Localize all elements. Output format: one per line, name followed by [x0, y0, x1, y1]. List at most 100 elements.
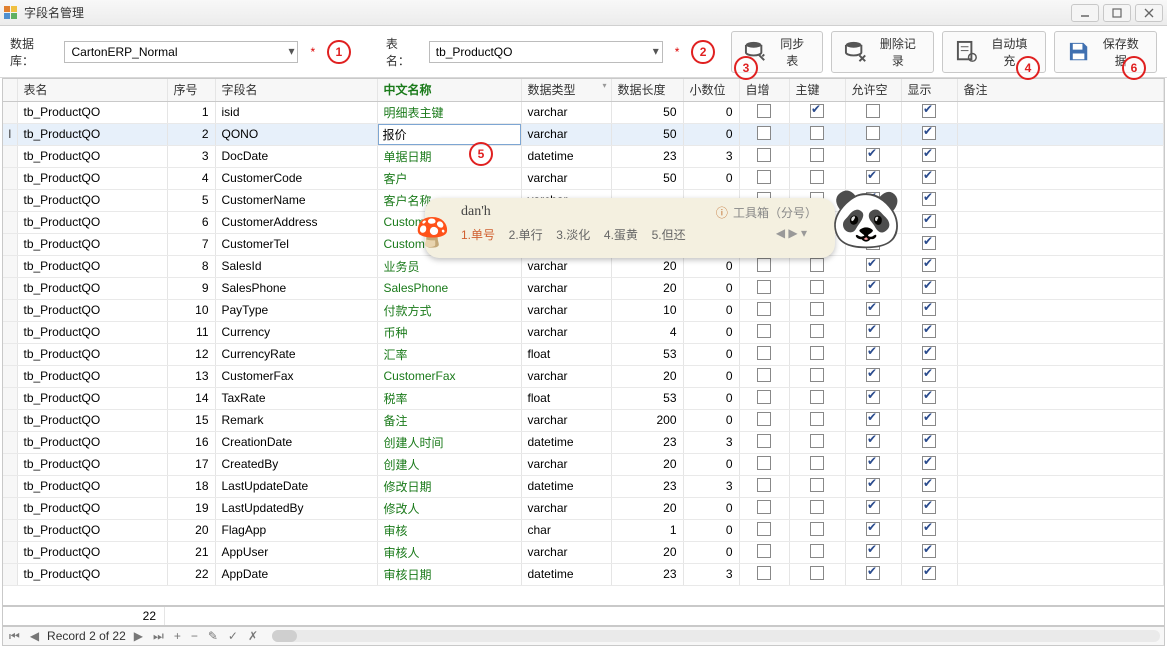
table-row[interactable]: tb_ProductQO3DocDate单据日期datetime233 — [3, 145, 1164, 167]
checkbox[interactable] — [810, 280, 824, 294]
col-ord[interactable]: 序号 — [167, 79, 215, 101]
checkbox[interactable] — [866, 170, 880, 184]
table-row[interactable]: tb_ProductQO12CurrencyRate汇率float530 — [3, 343, 1164, 365]
checkbox[interactable] — [757, 544, 771, 558]
checkbox[interactable] — [866, 126, 880, 140]
checkbox[interactable] — [922, 368, 936, 382]
col-dec[interactable]: 小数位 — [683, 79, 739, 101]
checkbox[interactable] — [757, 302, 771, 316]
table-input[interactable] — [429, 41, 663, 63]
checkbox[interactable] — [922, 522, 936, 536]
checkbox[interactable] — [866, 434, 880, 448]
checkbox[interactable] — [866, 324, 880, 338]
checkbox[interactable] — [757, 412, 771, 426]
ime-candidates[interactable]: 1.单号 2.单行 3.淡化 4.蛋黄 5.但还 ◀ ▶ ▾ — [461, 226, 817, 243]
col-table[interactable]: 表名 — [17, 79, 167, 101]
checkbox[interactable] — [922, 500, 936, 514]
nav-del[interactable]: − — [189, 629, 200, 643]
checkbox[interactable] — [757, 566, 771, 580]
checkbox[interactable] — [922, 412, 936, 426]
checkbox[interactable] — [757, 346, 771, 360]
data-grid[interactable]: 表名 序号 字段名 中文名称 数据类型▾ 数据长度 小数位 自增 主键 允许空 … — [2, 78, 1165, 606]
col-null[interactable]: 允许空 — [845, 79, 901, 101]
checkbox[interactable] — [922, 302, 936, 316]
checkbox[interactable] — [922, 126, 936, 140]
checkbox[interactable] — [757, 500, 771, 514]
table-row[interactable]: tb_ProductQO14TaxRate税率float530 — [3, 387, 1164, 409]
checkbox[interactable] — [810, 522, 824, 536]
checkbox[interactable] — [810, 148, 824, 162]
maximize-button[interactable] — [1103, 4, 1131, 22]
table-row[interactable]: tb_ProductQO20FlagApp审核char10 — [3, 519, 1164, 541]
checkbox[interactable] — [922, 434, 936, 448]
table-row[interactable]: tb_ProductQO15Remark备注varchar2000 — [3, 409, 1164, 431]
table-row[interactable]: tb_ProductQO13CustomerFaxCustomerFaxvarc… — [3, 365, 1164, 387]
checkbox[interactable] — [866, 412, 880, 426]
checkbox[interactable] — [922, 478, 936, 492]
checkbox[interactable] — [922, 324, 936, 338]
minimize-button[interactable] — [1071, 4, 1099, 22]
checkbox[interactable] — [810, 324, 824, 338]
checkbox[interactable] — [810, 566, 824, 580]
table-row[interactable]: tb_ProductQO22AppDate审核日期datetime233 — [3, 563, 1164, 585]
checkbox[interactable] — [810, 302, 824, 316]
db-input[interactable] — [64, 41, 298, 63]
nav-last[interactable]: ⏭ — [151, 629, 166, 644]
table-row[interactable]: tb_ProductQO1isid明细表主键varchar500 — [3, 101, 1164, 123]
checkbox[interactable] — [810, 500, 824, 514]
h-scrollbar[interactable] — [272, 630, 1160, 642]
checkbox[interactable] — [922, 566, 936, 580]
checkbox[interactable] — [810, 390, 824, 404]
checkbox[interactable] — [757, 368, 771, 382]
checkbox[interactable] — [757, 104, 771, 118]
checkbox[interactable] — [866, 500, 880, 514]
table-row[interactable]: tb_ProductQO16CreationDate创建人时间datetime2… — [3, 431, 1164, 453]
checkbox[interactable] — [866, 346, 880, 360]
checkbox[interactable] — [866, 566, 880, 580]
checkbox[interactable] — [810, 412, 824, 426]
checkbox[interactable] — [757, 126, 771, 140]
col-auto[interactable]: 自增 — [739, 79, 789, 101]
table-row[interactable]: tb_ProductQO17CreatedBy创建人varchar200 — [3, 453, 1164, 475]
nav-edit[interactable]: ✎ — [206, 629, 220, 643]
checkbox[interactable] — [866, 258, 880, 272]
col-dtype[interactable]: 数据类型▾ — [521, 79, 611, 101]
checkbox[interactable] — [810, 456, 824, 470]
checkbox[interactable] — [757, 434, 771, 448]
nav-first[interactable]: ⏮ — [7, 629, 22, 644]
checkbox[interactable] — [922, 236, 936, 250]
checkbox[interactable] — [810, 434, 824, 448]
checkbox[interactable] — [866, 104, 880, 118]
col-show[interactable]: 显示 — [901, 79, 957, 101]
checkbox[interactable] — [757, 478, 771, 492]
nav-prev[interactable]: ◀ — [28, 629, 41, 643]
checkbox[interactable] — [922, 148, 936, 162]
checkbox[interactable] — [810, 544, 824, 558]
checkbox[interactable] — [922, 170, 936, 184]
checkbox[interactable] — [866, 522, 880, 536]
ime-page-nav[interactable]: ◀ ▶ ▾ — [776, 226, 807, 240]
checkbox[interactable] — [757, 170, 771, 184]
checkbox[interactable] — [810, 126, 824, 140]
table-row[interactable]: tb_ProductQO11Currency币种varchar40 — [3, 321, 1164, 343]
scroll-thumb[interactable] — [272, 630, 297, 642]
checkbox[interactable] — [922, 192, 936, 206]
checkbox[interactable] — [866, 544, 880, 558]
col-pk[interactable]: 主键 — [789, 79, 845, 101]
checkbox[interactable] — [866, 302, 880, 316]
nav-cancel[interactable]: ✗ — [246, 629, 260, 643]
checkbox[interactable] — [757, 522, 771, 536]
table-combo[interactable]: ▾ — [429, 41, 663, 63]
checkbox[interactable] — [922, 280, 936, 294]
checkbox[interactable] — [757, 258, 771, 272]
col-field[interactable]: 字段名 — [215, 79, 377, 101]
checkbox[interactable] — [810, 104, 824, 118]
table-row[interactable]: tb_ProductQO10PayType付款方式varchar100 — [3, 299, 1164, 321]
table-row[interactable]: tb_ProductQO21AppUser审核人varchar200 — [3, 541, 1164, 563]
db-combo[interactable]: ▾ — [64, 41, 298, 63]
table-row[interactable]: tb_ProductQO4CustomerCode客户varchar500 — [3, 167, 1164, 189]
checkbox[interactable] — [757, 324, 771, 338]
checkbox[interactable] — [757, 148, 771, 162]
table-row[interactable]: tb_ProductQO18LastUpdateDate修改日期datetime… — [3, 475, 1164, 497]
checkbox[interactable] — [810, 258, 824, 272]
